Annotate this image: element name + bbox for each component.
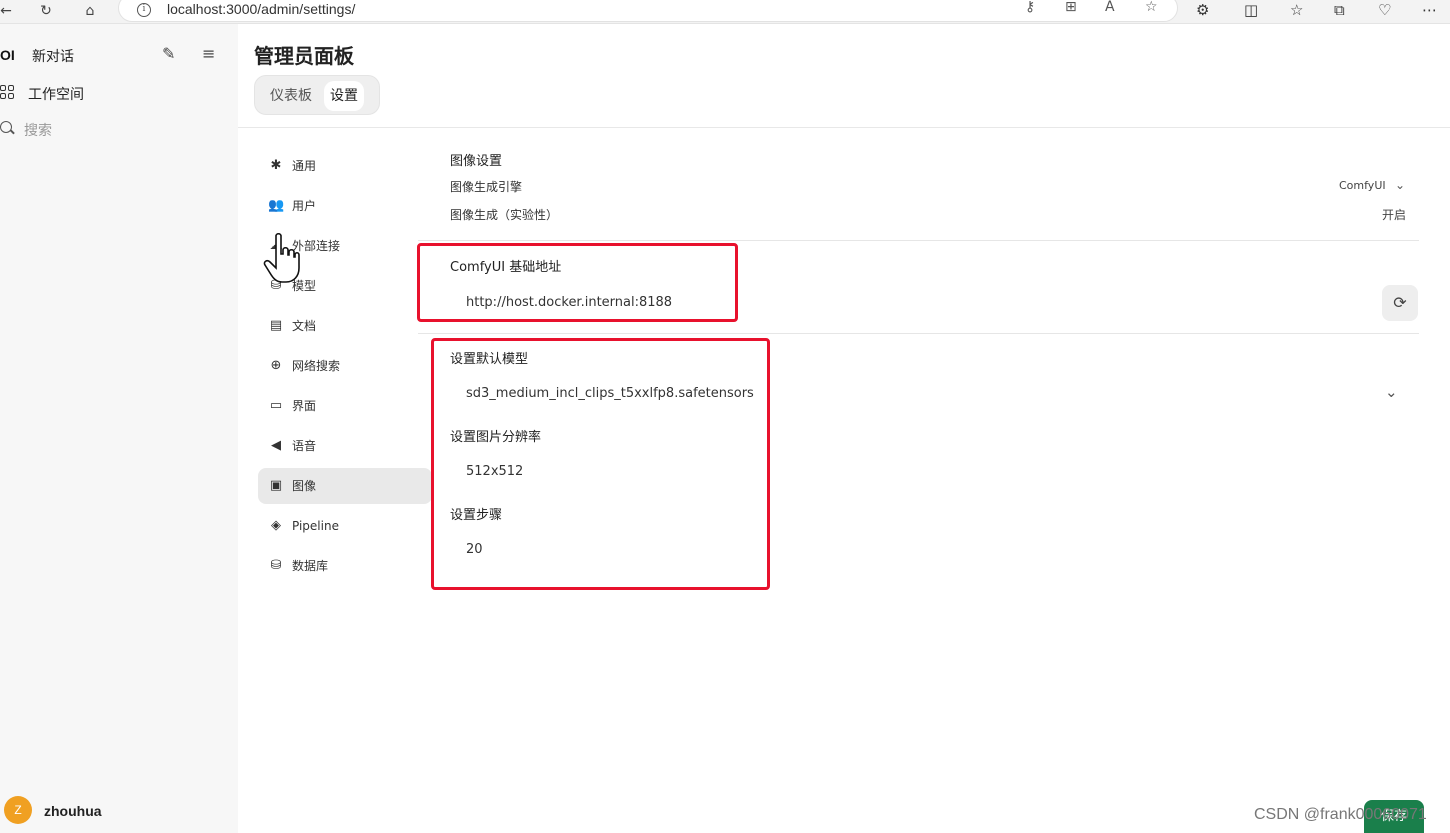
settings-nav-interface[interactable]: ▭ 界面 [258, 388, 432, 424]
layers-icon: ◈ [271, 518, 281, 533]
gear-icon: ✱ [270, 158, 282, 173]
refresh-button[interactable]: ⟳ [1382, 285, 1418, 321]
engine-select[interactable]: ComfyUI [1339, 179, 1386, 192]
watermark: CSDN @frank00060071 [1254, 806, 1427, 823]
address-bar[interactable]: i localhost:3000/admin/settings/ ⚷ ⊞ A ☆ [118, 0, 1178, 22]
favorites-icon[interactable]: ☆ [1290, 1, 1303, 19]
image-icon: ▣ [269, 478, 283, 493]
search-icon [0, 121, 12, 133]
grid-icon [0, 85, 14, 99]
settings-nav-pipelines[interactable]: ◈ Pipeline [258, 508, 432, 544]
document-icon: ▤ [269, 318, 283, 333]
monitor-icon: ▭ [269, 398, 283, 413]
tab-settings[interactable]: 设置 [324, 81, 364, 111]
settings-nav-database[interactable]: ⛁ 数据库 [258, 548, 432, 584]
back-icon[interactable]: ← [0, 1, 16, 21]
key-icon[interactable]: ⚷ [1025, 0, 1035, 15]
extensions-icon[interactable]: ⚙ [1196, 1, 1209, 19]
engine-label: 图像生成引擎 [450, 180, 523, 194]
settings-nav-general[interactable]: ✱ 通用 [258, 148, 432, 184]
settings-nav-images[interactable]: ▣ 图像 [258, 468, 432, 504]
speaker-icon: ◀ [271, 438, 281, 453]
settings-nav-audio[interactable]: ◀ 语音 [258, 428, 432, 464]
collections-icon[interactable]: ⧉ [1334, 1, 1345, 19]
chevron-down-icon[interactable]: ⌄ [1395, 178, 1405, 192]
favorite-icon[interactable]: ☆ [1145, 0, 1158, 15]
more-icon[interactable]: ⋯ [1422, 1, 1437, 19]
header-divider [238, 127, 1450, 128]
reload-icon[interactable]: ↻ [36, 1, 56, 21]
url-text: localhost:3000/admin/settings/ [167, 1, 356, 17]
settings-nav-users[interactable]: 👥 用户 [258, 188, 432, 224]
annotation-box [417, 243, 738, 322]
apps-icon[interactable]: ⊞ [1065, 0, 1077, 15]
annotation-box [431, 338, 770, 590]
menu-icon[interactable]: ≡ [202, 44, 215, 63]
avatar[interactable]: Z [4, 796, 32, 824]
admin-tabs: 仪表板 设置 [254, 75, 380, 115]
tab-dashboard[interactable]: 仪表板 [264, 81, 318, 111]
settings-nav-documents[interactable]: ▤ 文档 [258, 308, 432, 344]
database-icon: ⛁ [270, 558, 282, 573]
new-chat-button[interactable]: 新对话 [32, 46, 74, 66]
read-aloud-icon[interactable]: A [1105, 0, 1115, 15]
section-title: 图像设置 [450, 154, 503, 169]
divider [418, 240, 1419, 241]
workspace-link[interactable]: 工作空间 [28, 84, 84, 104]
browser-essentials-icon[interactable]: ♡ [1378, 1, 1391, 19]
divider [418, 333, 1419, 334]
search-input[interactable]: 搜索 [24, 120, 52, 140]
experimental-label: 图像生成（实验性） [450, 208, 559, 222]
hand-cursor-icon [263, 232, 300, 283]
experimental-toggle[interactable]: 开启 [1382, 206, 1406, 223]
split-screen-icon[interactable]: ◫ [1244, 1, 1258, 19]
username[interactable]: zhouhua [44, 803, 102, 819]
browser-toolbar: ← ↻ ⌂ i localhost:3000/admin/settings/ ⚷… [0, 0, 1450, 24]
users-icon: 👥 [268, 198, 285, 213]
globe-icon: ⊕ [270, 358, 282, 373]
logo: OI [0, 47, 15, 63]
refresh-icon: ⟳ [1393, 293, 1407, 312]
compose-icon[interactable]: ✎ [162, 44, 175, 63]
settings-nav-web-search[interactable]: ⊕ 网络搜索 [258, 348, 432, 384]
home-icon[interactable]: ⌂ [80, 1, 100, 21]
page-title: 管理员面板 [254, 44, 354, 68]
chat-sidebar: OI 新对话 ✎ ≡ 工作空间 搜索 Z zhouhua [0, 24, 238, 833]
chevron-down-icon[interactable]: ⌄ [1385, 383, 1398, 401]
info-icon[interactable]: i [137, 3, 151, 17]
